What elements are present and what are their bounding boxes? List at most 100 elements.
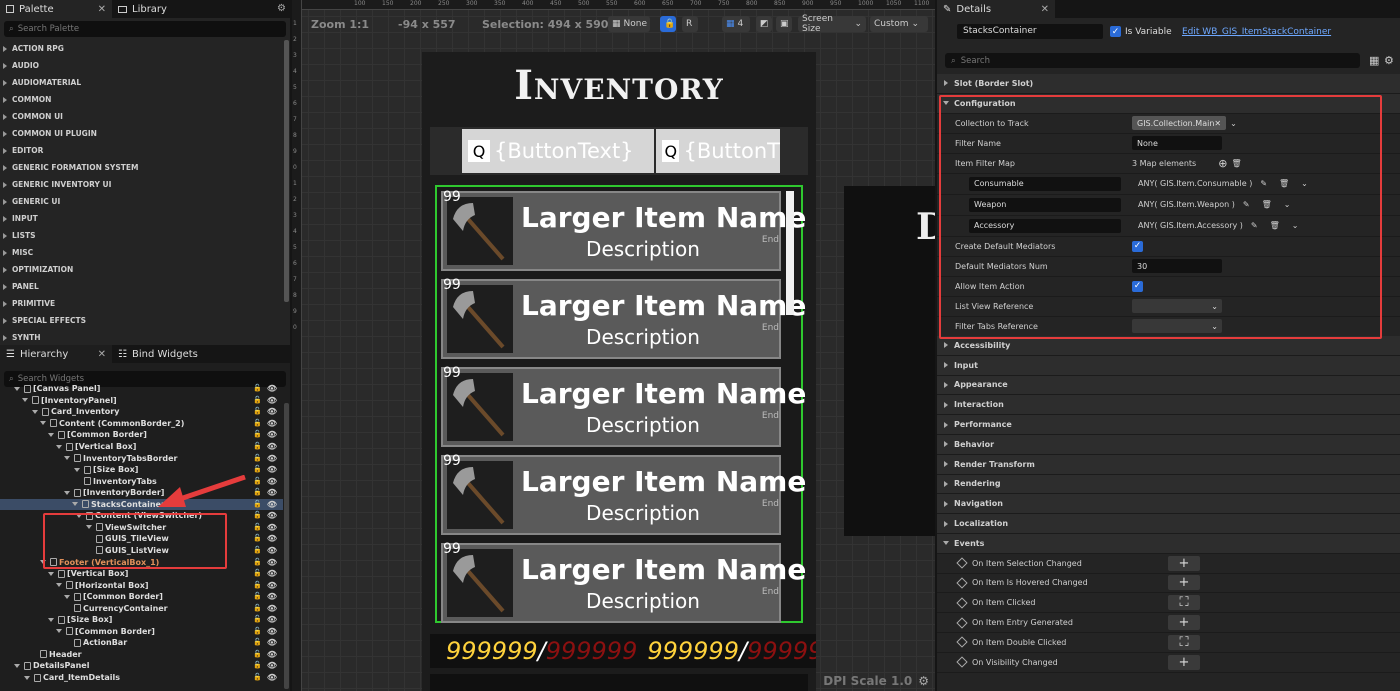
checkbox-icon[interactable]: ✓ <box>1110 26 1121 37</box>
tab-library[interactable]: Library <box>112 0 173 18</box>
expand-arrow-icon[interactable] <box>86 525 92 530</box>
eye-icon[interactable]: 👁 <box>267 581 277 590</box>
lock-button[interactable]: 🔒 <box>660 16 676 32</box>
event-row[interactable]: On Item Clicked ⛶ <box>937 593 1400 614</box>
r-button[interactable]: R <box>682 16 698 32</box>
lock-icon[interactable]: 🔓 <box>253 661 262 670</box>
section-header[interactable]: Rendering <box>937 474 1400 495</box>
chevron-down-icon[interactable]: ⌄ <box>1230 119 1237 128</box>
tab-hierarchy[interactable]: ☰ Hierarchy ✕ <box>0 345 112 363</box>
hierarchy-row[interactable]: [Size Box] 🔓 👁 <box>0 614 283 626</box>
palette-category[interactable]: PANEL <box>0 278 283 295</box>
filter-name-input[interactable]: None <box>1132 136 1222 151</box>
gear-icon[interactable]: ⚙ <box>277 3 286 14</box>
chevron-down-icon[interactable]: ⌄ <box>1292 221 1299 230</box>
section-header[interactable]: Appearance <box>937 375 1400 396</box>
lock-icon[interactable]: 🔓 <box>253 673 262 682</box>
chevron-down-icon[interactable]: ⌄ <box>1301 179 1308 188</box>
lock-icon[interactable]: 🔓 <box>253 384 262 393</box>
eye-icon[interactable]: 👁 <box>267 523 277 532</box>
filter-name-row[interactable]: Filter Name None <box>937 134 1400 154</box>
eye-icon[interactable]: 👁 <box>267 661 277 670</box>
palette-category[interactable]: COMMON UI <box>0 108 283 125</box>
list-item[interactable]: 99 Larger Item Name Description End <box>441 453 806 535</box>
palette-category[interactable]: GENERIC UI <box>0 193 283 210</box>
gear-icon[interactable]: ⚙ <box>1384 54 1394 67</box>
hierarchy-row[interactable]: GUIS_TileView 🔓 👁 <box>0 533 283 545</box>
lock-icon[interactable]: 🔓 <box>253 442 262 451</box>
lock-icon[interactable]: 🔓 <box>253 615 262 624</box>
hierarchy-row[interactable]: Footer (VerticalBox_1) 🔓 👁 <box>0 556 283 568</box>
filter-tabs-dropdown[interactable]: ⌄ <box>1132 319 1222 334</box>
tab-details[interactable]: ✎ Details ✕ <box>937 0 1055 18</box>
eye-icon[interactable]: 👁 <box>267 650 277 659</box>
details-search-input[interactable]: ⌕ Search <box>945 53 1360 68</box>
palette-category[interactable]: LISTS <box>0 227 283 244</box>
eye-icon[interactable]: 👁 <box>267 673 277 682</box>
eye-icon[interactable]: 👁 <box>267 500 277 509</box>
checkbox-icon[interactable]: ✓ <box>1132 240 1143 252</box>
inventory-tab-button[interactable]: Q {ButtonT <box>656 129 780 173</box>
section-header[interactable]: Performance <box>937 415 1400 435</box>
close-icon[interactable]: ✕ <box>1214 119 1221 128</box>
pencil-icon[interactable]: ✎ <box>1251 221 1258 230</box>
lock-icon[interactable]: 🔓 <box>253 604 262 613</box>
lock-icon[interactable]: 🔓 <box>253 638 262 647</box>
gear-icon[interactable]: ⚙ <box>918 674 929 688</box>
lock-icon[interactable]: 🔓 <box>253 477 262 486</box>
eye-icon[interactable]: 👁 <box>267 534 277 543</box>
pencil-icon[interactable]: ✎ <box>1243 200 1250 209</box>
palette-category[interactable]: SYNTH <box>0 329 283 345</box>
expand-arrow-icon[interactable] <box>72 502 78 507</box>
eye-icon[interactable]: 👁 <box>267 442 277 451</box>
mediators-num-input[interactable]: 30 <box>1132 259 1222 274</box>
list-view-dropdown[interactable]: ⌄ <box>1132 299 1222 314</box>
close-icon[interactable]: ✕ <box>98 349 106 360</box>
lock-icon[interactable]: 🔓 <box>253 650 262 659</box>
inventory-tab-button[interactable]: Q {ButtonText} <box>462 129 654 173</box>
none-dropdown[interactable]: ▦ None <box>608 16 650 32</box>
hierarchy-row[interactable]: [Common Border] 🔓 👁 <box>0 626 283 638</box>
hierarchy-row[interactable]: DetailsPanel 🔓 👁 <box>0 660 283 672</box>
list-item[interactable]: 99 Larger Item Name Description End <box>441 189 806 271</box>
eye-icon[interactable]: 👁 <box>267 454 277 463</box>
hierarchy-row[interactable]: Card_ItemDetails 🔓 👁 <box>0 672 283 684</box>
event-binding-button[interactable]: ⛶ <box>1168 595 1200 611</box>
palette-category[interactable]: GENERIC FORMATION SYSTEM <box>0 159 283 176</box>
section-header[interactable]: Interaction <box>937 395 1400 416</box>
event-row[interactable]: On Item Selection Changed + <box>937 554 1400 574</box>
list-view-ref-row[interactable]: List View Reference ⌄ <box>937 297 1400 317</box>
palette-scrollbar[interactable] <box>284 40 289 302</box>
lock-icon[interactable]: 🔓 <box>253 523 262 532</box>
eye-icon[interactable]: 👁 <box>267 477 277 486</box>
section-header[interactable]: Slot (Border Slot) <box>937 74 1400 94</box>
lock-icon[interactable]: 🔓 <box>253 488 262 497</box>
hierarchy-row[interactable]: [Size Box] 🔓 👁 <box>0 464 283 476</box>
hierarchy-scrollbar[interactable] <box>284 403 289 689</box>
flip-button[interactable]: ◩ <box>756 16 772 32</box>
palette-category[interactable]: COMMON <box>0 91 283 108</box>
lock-icon[interactable]: 🔓 <box>253 558 262 567</box>
map-entry-row[interactable]: Accessory ANY( GIS.Item.Accessory ) ✎ 🗑 ⌄ <box>937 216 1400 237</box>
expand-arrow-icon[interactable] <box>64 594 70 599</box>
palette-category[interactable]: SPECIAL EFFECTS <box>0 312 283 329</box>
map-key-input[interactable]: Consumable <box>969 176 1121 191</box>
close-icon[interactable]: ✕ <box>1041 4 1049 15</box>
hierarchy-row[interactable]: CurrencyContainer 🔓 👁 <box>0 602 283 614</box>
lock-icon[interactable]: 🔓 <box>253 627 262 636</box>
hierarchy-row[interactable]: [Common Border] 🔓 👁 <box>0 591 283 603</box>
lock-icon[interactable]: 🔓 <box>253 511 262 520</box>
expand-arrow-icon[interactable] <box>64 456 70 461</box>
lock-icon[interactable]: 🔓 <box>253 500 262 509</box>
expand-arrow-icon[interactable] <box>56 444 62 449</box>
expand-arrow-icon[interactable] <box>24 675 30 680</box>
hierarchy-row[interactable]: Header 🔓 👁 <box>0 649 283 661</box>
eye-icon[interactable]: 👁 <box>267 638 277 647</box>
lock-icon[interactable]: 🔓 <box>253 396 262 405</box>
expand-arrow-icon[interactable] <box>56 583 62 588</box>
add-event-button[interactable]: + <box>1168 555 1200 571</box>
eye-icon[interactable]: 👁 <box>267 615 277 624</box>
lock-icon[interactable]: 🔓 <box>253 419 262 428</box>
hierarchy-row[interactable]: [InventoryPanel] 🔓 👁 <box>0 395 283 407</box>
lock-icon[interactable]: 🔓 <box>253 569 262 578</box>
